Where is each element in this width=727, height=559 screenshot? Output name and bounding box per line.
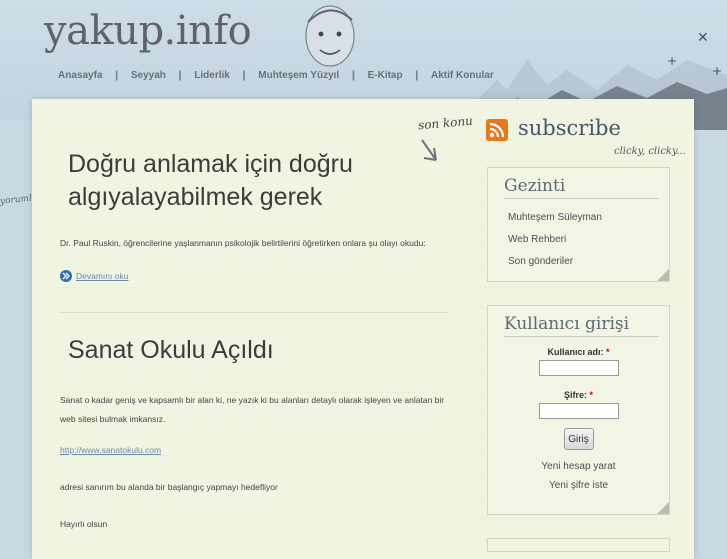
post-divider: [60, 312, 448, 313]
reset-password-link[interactable]: Yeni şifre iste: [488, 480, 669, 491]
site-title[interactable]: yakup.info: [44, 8, 252, 54]
sidebar-menu: Muhteşem Süleyman Web Rehberi Son gönder…: [488, 207, 669, 273]
corner-ornament-icon: [657, 502, 669, 514]
nav-separator: ❙: [349, 70, 358, 81]
sidebar-item-muhtesem-suleyman[interactable]: Muhteşem Süleyman: [488, 207, 669, 229]
post-paragraph: adresi sanırım bu alanda bir başlangıç y…: [60, 482, 278, 492]
nav-link-muhtesem-yuzyil[interactable]: Muhteşem Yüzyıl: [248, 70, 349, 81]
required-mark: *: [606, 347, 610, 357]
post-1: Doğru anlamak için doğru algıyalayabilme…: [60, 148, 450, 282]
nav-link-liderlik[interactable]: Liderlik: [184, 70, 240, 81]
sidebar-next-block: [487, 538, 670, 552]
svg-text:✕: ✕: [697, 30, 709, 46]
post-title[interactable]: Doğru anlamak için doğru algıyalayabilme…: [60, 148, 450, 214]
username-label: Kullanıcı adı: *: [488, 347, 669, 357]
sidebar-nav-block: Gezinti Muhteşem Süleyman Web Rehberi So…: [487, 167, 670, 282]
password-label: Şifre: *: [488, 390, 669, 400]
clicky-scribble: clicky, clicky...: [614, 146, 686, 157]
read-more-icon[interactable]: [60, 270, 72, 282]
nav-link-e-kitap[interactable]: E-Kitap: [358, 70, 413, 81]
post-2: Sanat Okulu Açıldı Sanat o kadar geniş v…: [60, 334, 450, 529]
post-title[interactable]: Sanat Okulu Açıldı: [60, 334, 450, 367]
username-field[interactable]: [538, 360, 619, 376]
nav-item-aktif-konular: Aktif Konular: [421, 70, 504, 81]
sidebar-item-web-rehberi[interactable]: Web Rehberi: [488, 229, 669, 251]
post-paragraph: Hayırlı olsun: [60, 519, 108, 529]
login-button[interactable]: Giriş: [563, 428, 594, 450]
nav-separator: ❙: [412, 70, 421, 81]
nav-link-aktif-konular[interactable]: Aktif Konular: [421, 70, 504, 81]
son-konu-scribble: son konu: [417, 113, 474, 133]
nav-link-anasayfa[interactable]: Anasayfa: [48, 70, 112, 81]
block-rule: [504, 198, 659, 199]
subscribe-area: son konu subscribe clicky, clicky...: [417, 112, 688, 170]
sidebar-login-block: Kullanıcı girişi Kullanıcı adı: * Şifre:…: [487, 305, 670, 515]
register-link[interactable]: Yeni hesap yarat: [488, 461, 669, 472]
main-nav: Anasayfa ❙ Seyyah ❙ Liderlik ❙ Muhteşem …: [48, 70, 504, 81]
nav-item-liderlik: Liderlik: [184, 70, 240, 81]
nav-item-seyyah: Seyyah: [121, 70, 176, 81]
read-more-link[interactable]: Devamını oku: [76, 271, 128, 281]
nav-item-e-kitap: E-Kitap: [358, 70, 413, 81]
nav-separator: ❙: [175, 70, 185, 81]
block-title: Kullanıcı girişi: [504, 314, 630, 334]
rss-icon[interactable]: [486, 119, 508, 141]
subscribe-link[interactable]: subscribe: [518, 116, 621, 140]
read-more: Devamını oku: [60, 270, 450, 282]
nav-separator: ❙: [112, 70, 121, 81]
avatar: [305, 5, 355, 67]
password-field[interactable]: [538, 403, 619, 419]
svg-text:+: +: [667, 54, 677, 68]
block-title: Gezinti: [504, 176, 566, 196]
nav-separator: ❙: [239, 70, 249, 81]
block-rule: [504, 336, 659, 337]
post-paragraph: Sanat o kadar geniş ve kapsamlı bir alan…: [60, 395, 445, 424]
nav-item-anasayfa: Anasayfa: [48, 70, 112, 81]
nav-link-seyyah[interactable]: Seyyah: [121, 70, 176, 81]
nav-item-muhtesem-yuzyil: Muhteşem Yüzyıl: [248, 70, 349, 81]
sidebar-item-son-gonderiler[interactable]: Son gönderiler: [488, 251, 669, 273]
post-link[interactable]: http://www.sanatokulu.com: [60, 445, 161, 455]
svg-text:+: +: [712, 64, 722, 78]
required-mark: *: [589, 390, 594, 400]
password-label-text: Şifre:: [563, 390, 587, 400]
corner-ornament-icon: [657, 269, 669, 281]
post-body: Dr. Paul Ruskin, öğrencilerine yaşlanman…: [60, 238, 426, 248]
username-label-text: Kullanıcı adı:: [547, 347, 604, 357]
